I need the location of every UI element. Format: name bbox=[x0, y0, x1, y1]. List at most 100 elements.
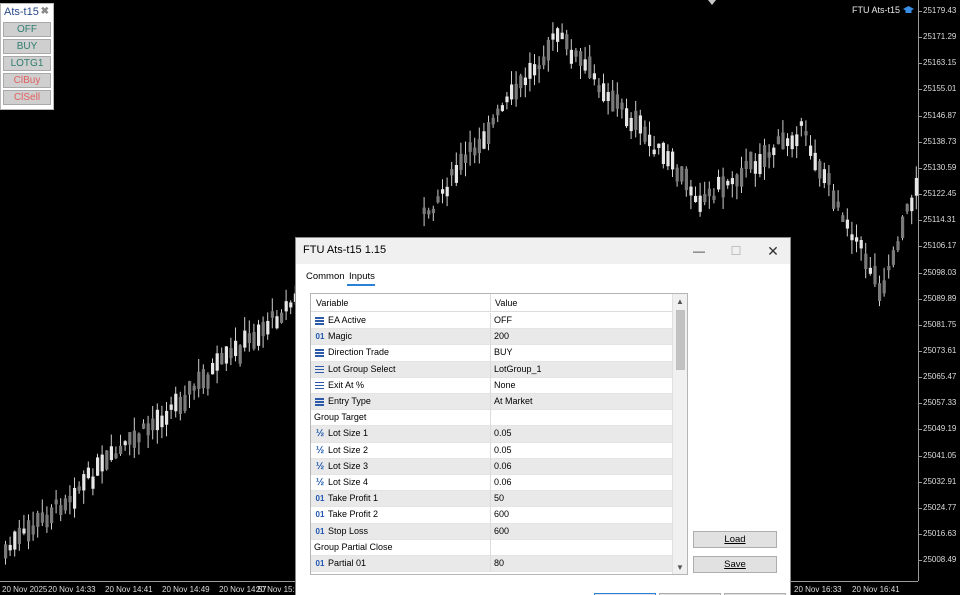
table-row[interactable]: Lot Group Select LotGroup_1 bbox=[311, 361, 673, 378]
price-tick bbox=[919, 167, 922, 169]
double-type-icon: ½ bbox=[315, 460, 325, 472]
shift-marker-icon[interactable] bbox=[708, 0, 716, 5]
candle-body bbox=[137, 433, 141, 443]
price-label: 25106.17 bbox=[923, 241, 957, 251]
candle-body bbox=[523, 77, 527, 86]
candle-body bbox=[809, 145, 813, 156]
variable-value[interactable]: 50 bbox=[494, 493, 504, 503]
table-row[interactable]: EA Active OFF bbox=[311, 313, 673, 330]
table-row[interactable]: ½ Lot Size 4 0.06 bbox=[311, 475, 673, 492]
candle-body bbox=[615, 94, 619, 109]
candle-body bbox=[174, 393, 178, 412]
close-button[interactable]: ✕ bbox=[758, 241, 788, 261]
candle-body bbox=[625, 108, 629, 127]
ea-button-off[interactable]: OFF bbox=[3, 22, 51, 37]
save-button[interactable]: Save bbox=[693, 556, 777, 573]
candle-body bbox=[123, 441, 127, 446]
variable-name: Group Partial Close bbox=[314, 541, 393, 552]
candle-body bbox=[169, 404, 173, 410]
candle-body bbox=[753, 161, 757, 174]
variable-name: Magic bbox=[328, 331, 353, 342]
candle-body bbox=[905, 204, 909, 212]
table-row[interactable]: 01 Take Profit 1 50 bbox=[311, 491, 673, 508]
ea-button-clsell[interactable]: ClSell bbox=[3, 90, 51, 105]
variable-value[interactable]: None bbox=[494, 380, 516, 390]
table-row[interactable]: 01 Partial 01 80 bbox=[311, 556, 673, 573]
table-row[interactable]: Exit At % None bbox=[311, 377, 673, 394]
table-row[interactable]: Entry Type At Market bbox=[311, 394, 673, 411]
ea-button-buy[interactable]: BUY bbox=[3, 39, 51, 54]
table-row[interactable]: 01 Magic 200 bbox=[311, 329, 673, 346]
load-button[interactable]: Load bbox=[693, 531, 777, 548]
candle-body bbox=[763, 145, 767, 167]
candle-body bbox=[772, 147, 776, 156]
enum-type-icon bbox=[315, 349, 324, 357]
candle-body bbox=[491, 117, 495, 125]
candle-body bbox=[887, 266, 891, 271]
variable-value[interactable]: 600 bbox=[494, 509, 509, 519]
column-divider bbox=[490, 394, 491, 410]
candle-body bbox=[188, 381, 192, 395]
column-divider bbox=[490, 410, 491, 427]
price-tick bbox=[919, 141, 922, 143]
symbol-title-text: FTU Ats-t15 bbox=[851, 5, 900, 15]
table-row[interactable]: Group Partial Close bbox=[311, 539, 673, 556]
scroll-up-icon[interactable]: ▲ bbox=[676, 297, 684, 306]
graduation-cap-icon bbox=[903, 6, 914, 13]
table-row[interactable]: ½ Lot Size 3 0.06 bbox=[311, 458, 673, 475]
variable-value[interactable]: OFF bbox=[494, 315, 512, 325]
candle-body bbox=[436, 196, 440, 203]
price-label: 25122.45 bbox=[923, 189, 957, 199]
ea-button-lotg1[interactable]: LOTG1 bbox=[3, 56, 51, 71]
candle-body bbox=[36, 512, 40, 527]
variable-value[interactable]: 200 bbox=[494, 331, 509, 341]
column-header-variable[interactable]: Variable bbox=[316, 298, 348, 308]
price-label: 25065.47 bbox=[923, 372, 957, 382]
tab-inputs[interactable]: Inputs bbox=[349, 271, 375, 282]
price-label: 25138.73 bbox=[923, 136, 957, 146]
variable-value[interactable]: 600 bbox=[494, 526, 509, 536]
variable-value[interactable]: 0.05 bbox=[494, 428, 512, 438]
table-row[interactable]: 01 Stop Loss 600 bbox=[311, 523, 673, 540]
table-row[interactable]: ½ Lot Size 1 0.05 bbox=[311, 426, 673, 443]
candle-body bbox=[721, 176, 725, 198]
variable-value[interactable]: 0.05 bbox=[494, 445, 512, 455]
variable-value[interactable]: At Market bbox=[494, 396, 533, 406]
variable-value[interactable]: 0.06 bbox=[494, 477, 512, 487]
minimize-button[interactable]: — bbox=[684, 241, 714, 261]
column-divider bbox=[490, 442, 491, 459]
table-row[interactable]: 01 Take Profit 2 600 bbox=[311, 507, 673, 524]
variable-value[interactable]: BUY bbox=[494, 347, 513, 357]
table-row[interactable]: Direction Trade BUY bbox=[311, 345, 673, 362]
table-row[interactable]: ½ Lot Size 2 0.05 bbox=[311, 442, 673, 459]
candle-body bbox=[50, 507, 54, 524]
candle-body bbox=[694, 195, 698, 203]
price-label: 25008.49 bbox=[923, 555, 957, 565]
price-axis[interactable]: 25179.43 25171.29 25163.15 25155.01 25146.87… bbox=[918, 0, 960, 581]
variable-value[interactable]: 0.06 bbox=[494, 461, 512, 471]
column-header-value[interactable]: Value bbox=[495, 298, 517, 308]
candle-body bbox=[901, 216, 905, 239]
column-divider[interactable] bbox=[490, 294, 491, 312]
candle-body bbox=[422, 207, 426, 214]
variable-name: Lot Group Select bbox=[328, 363, 396, 374]
candle-body bbox=[261, 321, 265, 337]
integer-type-icon: 01 bbox=[315, 332, 325, 342]
candle-body bbox=[500, 105, 504, 112]
variable-value[interactable]: 80 bbox=[494, 558, 504, 568]
scrollbar-thumb[interactable] bbox=[676, 310, 685, 370]
tab-common[interactable]: Common bbox=[306, 271, 345, 282]
maximize-button[interactable]: ☐ bbox=[721, 241, 751, 261]
candle-body bbox=[63, 498, 67, 511]
candle-body bbox=[27, 520, 31, 542]
scroll-down-icon[interactable]: ▼ bbox=[676, 563, 684, 572]
vertical-scrollbar[interactable]: ▲ ▼ bbox=[672, 294, 687, 574]
table-row[interactable]: Group Target bbox=[311, 410, 673, 427]
variable-value[interactable]: LotGroup_1 bbox=[494, 364, 542, 374]
candle-body bbox=[151, 418, 155, 431]
ea-panel-close-icon[interactable]: ✖ bbox=[41, 6, 49, 17]
ea-button-clbuy[interactable]: ClBuy bbox=[3, 73, 51, 88]
candle-body bbox=[680, 166, 684, 182]
candle-body bbox=[247, 333, 251, 344]
candle-body bbox=[109, 446, 113, 460]
